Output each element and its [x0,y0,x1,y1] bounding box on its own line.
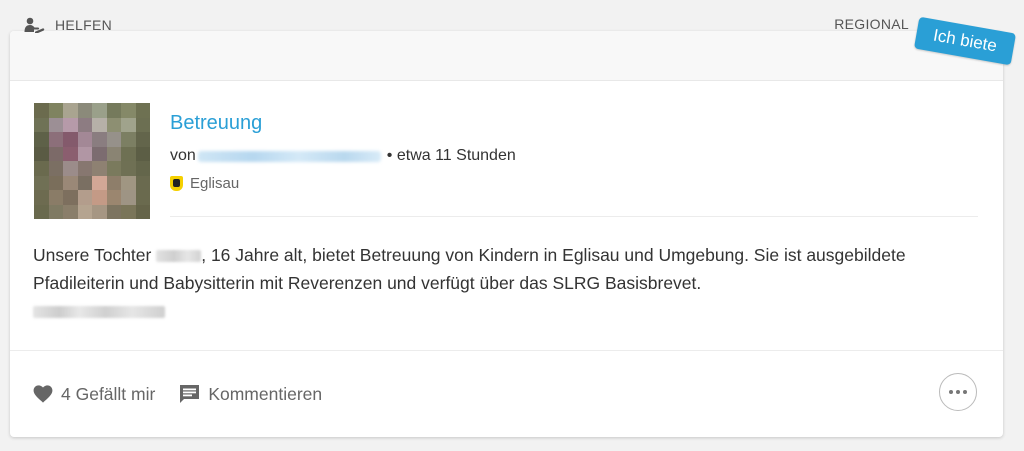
region-label: REGIONAL [834,16,909,32]
post-card [10,31,1003,437]
post-title[interactable]: Betreuung [170,112,262,135]
avatar[interactable] [34,103,150,219]
footer-divider [10,350,1003,351]
helping-hand-icon [24,17,45,33]
post-body: Unsere Tochter , 16 Jahre alt, bietet Be… [33,241,983,325]
more-options-button[interactable] [939,373,977,411]
post-header [10,31,1003,81]
comment-label: Kommentieren [208,383,323,404]
category-text: HELFEN [55,17,113,33]
by-prefix: von [170,147,196,164]
post-actions: 4 Gefällt mir Kommentieren [33,381,322,407]
more-icon [948,390,969,394]
post-body-part1: Unsere Tochter [33,245,157,265]
comment-icon [180,385,200,403]
redacted-signature [33,306,165,319]
redacted-name [156,250,202,263]
like-button[interactable]: 4 Gefällt mir [33,384,155,405]
post-location[interactable]: Eglisau [170,173,239,193]
comment-button[interactable]: Kommentieren [179,384,322,405]
divider [170,216,978,217]
like-label: 4 Gefällt mir [61,383,156,404]
category-label: HELFEN [24,15,112,35]
post-time: • etwa 11 Stunden [386,147,516,164]
post-meta: von • etwa 11 Stunden [170,146,516,166]
municipality-crest-icon [170,175,183,191]
heart-icon [33,385,53,403]
author-name-redacted[interactable] [197,150,381,162]
location-text: Eglisau [190,174,240,192]
